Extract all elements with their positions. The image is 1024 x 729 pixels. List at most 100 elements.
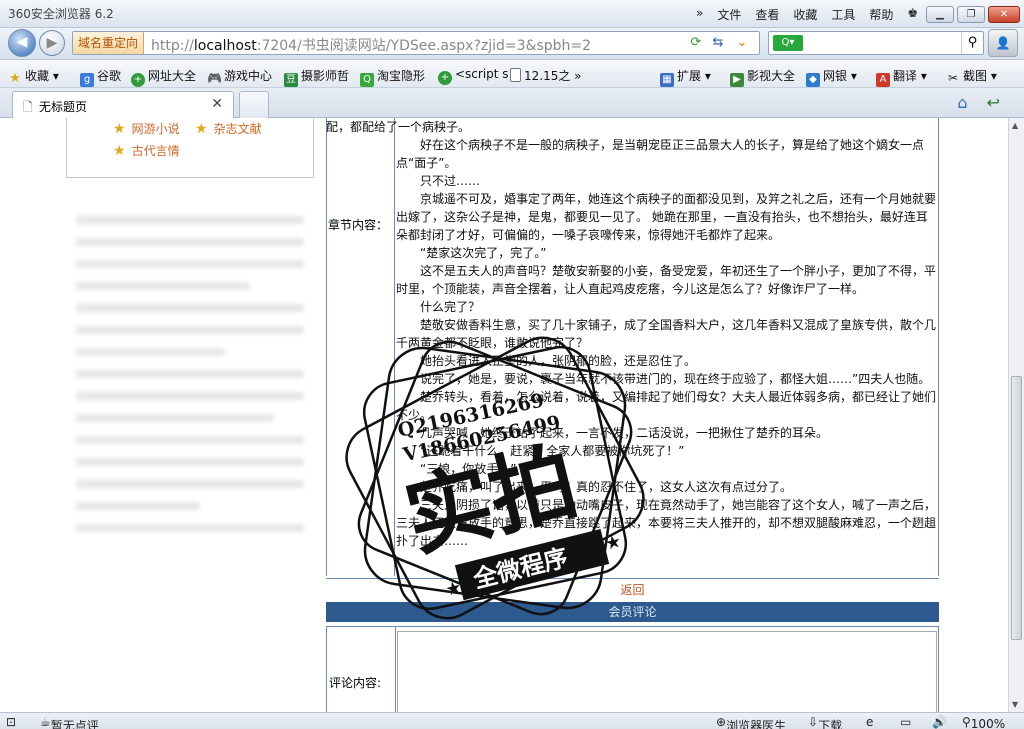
google-icon: g: [80, 73, 94, 87]
fav-label: 截图: [963, 69, 988, 83]
paragraph: 什么完了？: [420, 300, 481, 314]
page-content: ★ 网游小说 ★ 杂志文献 ★ 古代言情 章节内容： 配，都配给了一个病秧子。 好在这…: [0, 118, 1008, 712]
back-button[interactable]: ◀: [8, 29, 36, 57]
skin-icon[interactable]: ♚: [907, 6, 918, 23]
home-icon[interactable]: ⌂: [957, 93, 967, 112]
page-icon: 🗋: [23, 100, 33, 114]
plus-icon: +: [131, 73, 145, 87]
fav-label: 翻译: [893, 69, 918, 83]
fav-label: 淘宝隐形: [377, 69, 426, 83]
minimize-button[interactable]: ▁: [926, 6, 954, 23]
category-link[interactable]: ★ 杂志文献: [195, 120, 262, 137]
menu-overflow-icon[interactable]: »: [696, 6, 703, 23]
favorites-menu[interactable]: ★ 收藏 ▾: [8, 67, 59, 86]
menu-help[interactable]: 帮助: [869, 6, 893, 23]
paragraph: 好在这个病秧子不是一般的病秧子，是当朝宠臣正三品景大人的长子，算是给了她这个嫡女…: [396, 138, 925, 170]
zoom-label: 100%: [970, 717, 1006, 729]
url-host: localhost: [193, 38, 257, 54]
extensions-menu[interactable]: ▦ 扩展 ▾: [660, 67, 711, 87]
fav-label: 收藏: [25, 69, 50, 83]
fav-item-taobao[interactable]: Q 淘宝隐形: [360, 67, 425, 87]
fav-label: 扩展: [677, 69, 702, 83]
translate-menu[interactable]: A 翻译 ▾: [876, 67, 927, 87]
category-link[interactable]: ★ 古代言情: [113, 142, 180, 159]
title-bar: 360安全浏览器 6.2 » 文件 查看 收藏 工具 帮助 ♚ ▁ ❐ ✕: [0, 0, 1024, 28]
zoom-control[interactable]: ⚲ 100%: [962, 715, 1005, 729]
url-prefix: http://: [151, 38, 194, 54]
menu-favorites[interactable]: 收藏: [793, 6, 817, 23]
comment-input[interactable]: [397, 631, 937, 712]
fav-label: 影视大全: [747, 69, 796, 83]
ie-icon[interactable]: e: [866, 715, 873, 729]
redirect-badge[interactable]: 域名重定向: [73, 32, 145, 54]
play-icon: ▶: [730, 73, 744, 87]
scroll-down-arrow[interactable]: ▼: [1012, 700, 1018, 709]
refresh-icon[interactable]: ⟳: [687, 34, 705, 52]
menu-tools[interactable]: 工具: [831, 6, 855, 23]
user-avatar-button[interactable]: 👤: [988, 29, 1018, 57]
fav-item-bank[interactable]: ◆ 网银 ▾: [806, 67, 857, 87]
table-border: [394, 118, 395, 576]
fav-item-video[interactable]: ▶ 影视大全: [730, 67, 795, 87]
screenshot-menu[interactable]: ✂ 截图 ▾: [946, 67, 997, 85]
blurred-sidebar: [66, 202, 314, 632]
tab-toolbar: ⌂ ↩: [943, 93, 1000, 112]
new-tab-button[interactable]: [239, 91, 269, 118]
search-engine-icon[interactable]: Q▾: [773, 35, 803, 51]
fav-label: 摄影师哲: [301, 69, 350, 83]
paragraph: 京城遥不可及，婚事定了两年，她连这个病秧子的面都没见到，及笄之礼之后，还有一个月…: [396, 192, 937, 242]
status-bar: ⊡ ☕ 暂无点评 ⊕ 浏览器医生 ⇩ 下载 e ▭ 🔊 ⚲ 100%: [0, 712, 1024, 729]
navigation-bar: ◀ ▶ 域名重定向 http://localhost:7204/书虫阅读网站/Y…: [0, 28, 1024, 60]
undo-close-icon[interactable]: ↩: [987, 93, 1000, 112]
paragraph: “楚家这次完了，完了。”: [420, 246, 547, 260]
address-bar[interactable]: 域名重定向 http://localhost:7204/书虫阅读网站/YDSee…: [72, 31, 760, 55]
browser-doctor[interactable]: ⊕ 浏览器医生: [716, 715, 786, 729]
fav-item-games[interactable]: 🎮 游戏中心: [207, 67, 272, 85]
scissors-icon: ✂: [947, 71, 959, 85]
shield-icon: ◆: [806, 73, 820, 87]
fav-item-script[interactable]: + <script s: [438, 67, 509, 85]
chapter-text: 配，都配给了一个病秧子。 好在这个病秧子不是一般的病秧子，是当朝宠臣正三品景大人…: [326, 118, 938, 550]
window-icon[interactable]: ▭: [900, 715, 911, 729]
reviews-status[interactable]: ☕ 暂无点评: [40, 715, 99, 729]
vertical-scrollbar[interactable]: ▲ ▼: [1008, 118, 1024, 712]
paragraph: “三娘，你放手！”: [420, 462, 517, 476]
fav-label: 网址大全: [148, 69, 197, 83]
search-icon[interactable]: ⚲: [961, 32, 983, 54]
comment-label: 评论内容:: [329, 676, 382, 690]
close-tab-icon[interactable]: ✕: [211, 96, 223, 112]
forward-button[interactable]: ▶: [39, 30, 65, 56]
volume-icon[interactable]: 🔊: [932, 715, 947, 729]
download-button[interactable]: ⇩ 下载: [808, 715, 842, 729]
star-icon: ★: [195, 121, 208, 137]
url-text[interactable]: http://localhost:7204/书虫阅读网站/YDSee.aspx?…: [151, 35, 591, 55]
fav-item-sites[interactable]: + 网址大全: [131, 67, 196, 87]
close-button[interactable]: ✕: [988, 6, 1020, 23]
page-icon: [510, 68, 521, 82]
back-link[interactable]: 返回: [326, 578, 939, 600]
table-border: [938, 118, 939, 576]
scrollbar-thumb[interactable]: [1011, 376, 1022, 640]
fav-item-google[interactable]: g 谷歌: [80, 67, 121, 87]
url-path: :7204/书虫阅读网站/YDSee.aspx?zjid=3&spbh=2: [256, 38, 592, 54]
compat-mode-icon[interactable]: ⇆: [709, 34, 727, 52]
star-icon: ★: [9, 71, 21, 86]
menu-file[interactable]: 文件: [717, 6, 741, 23]
search-input[interactable]: [807, 34, 957, 52]
maximize-button[interactable]: ❐: [957, 6, 985, 23]
scroll-up-arrow[interactable]: ▲: [1012, 121, 1018, 130]
fav-item-date[interactable]: 12.15之 »: [510, 67, 582, 84]
table-border: [326, 118, 327, 576]
paragraph: 她抬头看进入正堂的人，张阴郁的脸，还是忍住了。: [420, 354, 697, 368]
dropdown-icon[interactable]: ⌄: [733, 34, 751, 52]
paragraph: 说完了，她是，要说，裹子当年就不该带进门的，现在终于应验了，都怪大姐……”四夫人…: [420, 372, 931, 386]
menu-view[interactable]: 查看: [755, 6, 779, 23]
download-label: 下载: [818, 719, 843, 729]
paragraph: 几声哭喊，她终于站了起来，一言不发，二话没说，一把揪住了楚乔的耳朵。: [420, 426, 829, 440]
search-box[interactable]: Q▾ ⚲: [768, 31, 984, 55]
tab-untitled[interactable]: 🗋 无标题页 ✕: [12, 91, 234, 118]
expand-icon[interactable]: ⊡: [6, 715, 16, 729]
category-link[interactable]: ★ 网游小说: [113, 120, 180, 137]
fav-item-photo[interactable]: 豆摄影师哲: [284, 67, 349, 87]
category-label: 古代言情: [131, 144, 180, 158]
